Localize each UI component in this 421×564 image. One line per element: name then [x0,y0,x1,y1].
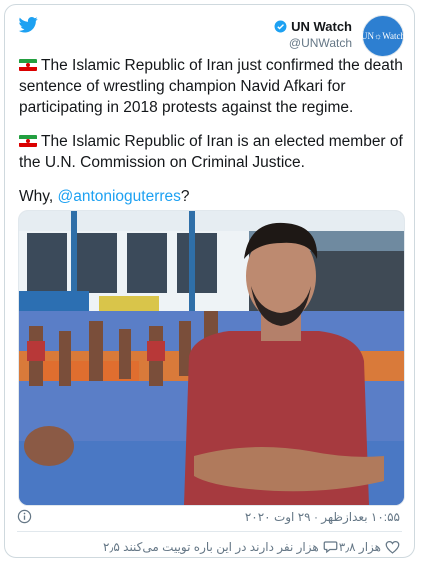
twitter-bird-icon[interactable] [17,15,39,35]
account-handle[interactable]: @UNWatch [274,36,352,50]
tweet-paragraph-1: The Islamic Republic of Iran just confir… [19,57,403,116]
info-icon[interactable] [17,509,32,524]
tweet-card[interactable]: UN Watch @UNWatch UN☼Watch The Islamic R… [4,4,415,558]
reply-count-text: ۲٫۵ هزار نفر دارند در این باره توییت می‌… [103,540,319,554]
iran-flag-icon [19,59,37,71]
tweet-text: The Islamic Republic of Iran just confir… [19,55,409,220]
reply-button[interactable]: ۲٫۵ هزار نفر دارند در این باره توییت می‌… [103,540,338,554]
heart-icon [385,540,400,554]
avatar[interactable]: UN☼Watch [361,15,406,57]
tweet-paragraph-2: The Islamic Republic of Iran is an elect… [19,133,403,171]
tweet-photo[interactable] [18,210,405,506]
reply-bubble-icon [323,541,338,554]
like-count: ۳٫۸ هزار [338,540,381,554]
tweet-paragraph-3: Why, @antonioguterres? [19,188,190,205]
divider [17,531,402,532]
verified-badge-icon [274,20,287,33]
tweet-timestamp[interactable]: ۱۰:۵۵ بعدازظهر · ۲۹ اوت ۲۰۲۰ [245,510,400,524]
iran-flag-icon [19,135,37,147]
like-button[interactable]: ۳٫۸ هزار [339,540,400,554]
account-block[interactable]: UN Watch @UNWatch [274,19,352,50]
avatar-logo-text: UN☼Watch [361,31,406,41]
account-name[interactable]: UN Watch [291,19,352,34]
mention-link[interactable]: @antonioguterres [57,188,180,205]
